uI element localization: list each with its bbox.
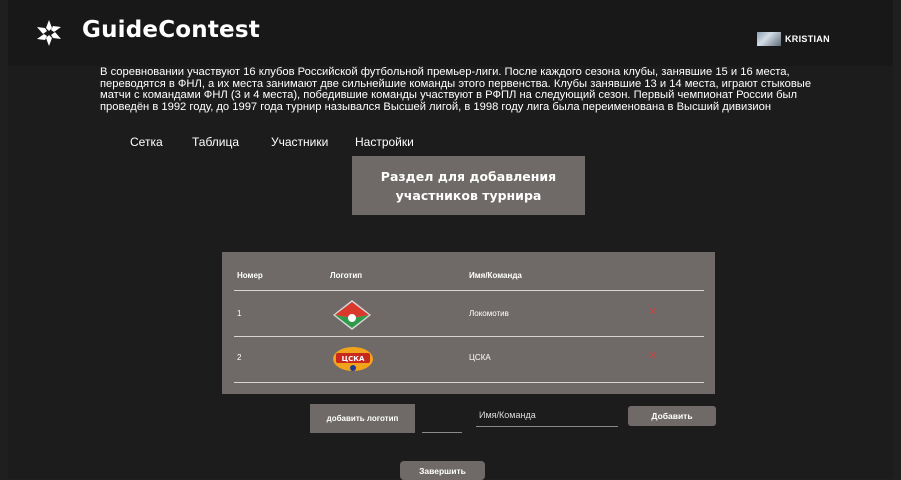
avatar [757,32,781,46]
column-header-name: Имя/Команда [469,271,522,280]
delete-row-button[interactable]: × [649,348,656,362]
tab-participants[interactable]: Участники [271,135,355,149]
column-header-number: Номер [237,271,263,280]
cska-emblem-text: ЦСКА [342,355,365,363]
add-logo-button[interactable]: добавить логотип [310,404,415,433]
team-name: ЦСКА [469,353,491,362]
tab-table[interactable]: Таблица [192,135,271,149]
cska-logo-icon: ЦСКА [333,347,373,371]
user-name: KRISTIAN [785,34,830,44]
logo-file-field[interactable] [422,422,462,433]
tournament-description: В соревновании участвуют 16 клубов Росси… [100,66,812,113]
user-menu[interactable]: KRISTIAN [757,31,830,47]
brand-name[interactable]: GuideContest [82,17,260,43]
team-name-input[interactable] [476,404,618,427]
tab-bar: Сетка Таблица Участники Настройки [130,135,414,149]
row-divider [234,336,704,337]
row-divider [234,290,704,291]
tab-settings[interactable]: Настройки [355,135,414,149]
column-header-logo: Логотип [330,271,363,280]
tab-bracket[interactable]: Сетка [130,135,192,149]
add-button[interactable]: Добавить [628,406,716,426]
row-number: 2 [237,353,242,362]
team-name: Локомотив [469,309,509,318]
row-divider [234,382,704,383]
row-number: 1 [237,309,242,318]
guidecontest-logo-icon[interactable] [34,18,64,48]
finish-button[interactable]: Завершить [400,461,485,480]
participants-table: Номер Логотип Имя/Команда 1 Локомотив × … [222,252,715,394]
delete-row-button[interactable]: × [649,304,656,318]
lokomotiv-logo-icon [333,300,371,330]
section-title: Раздел для добавления участников турнира [352,156,585,215]
